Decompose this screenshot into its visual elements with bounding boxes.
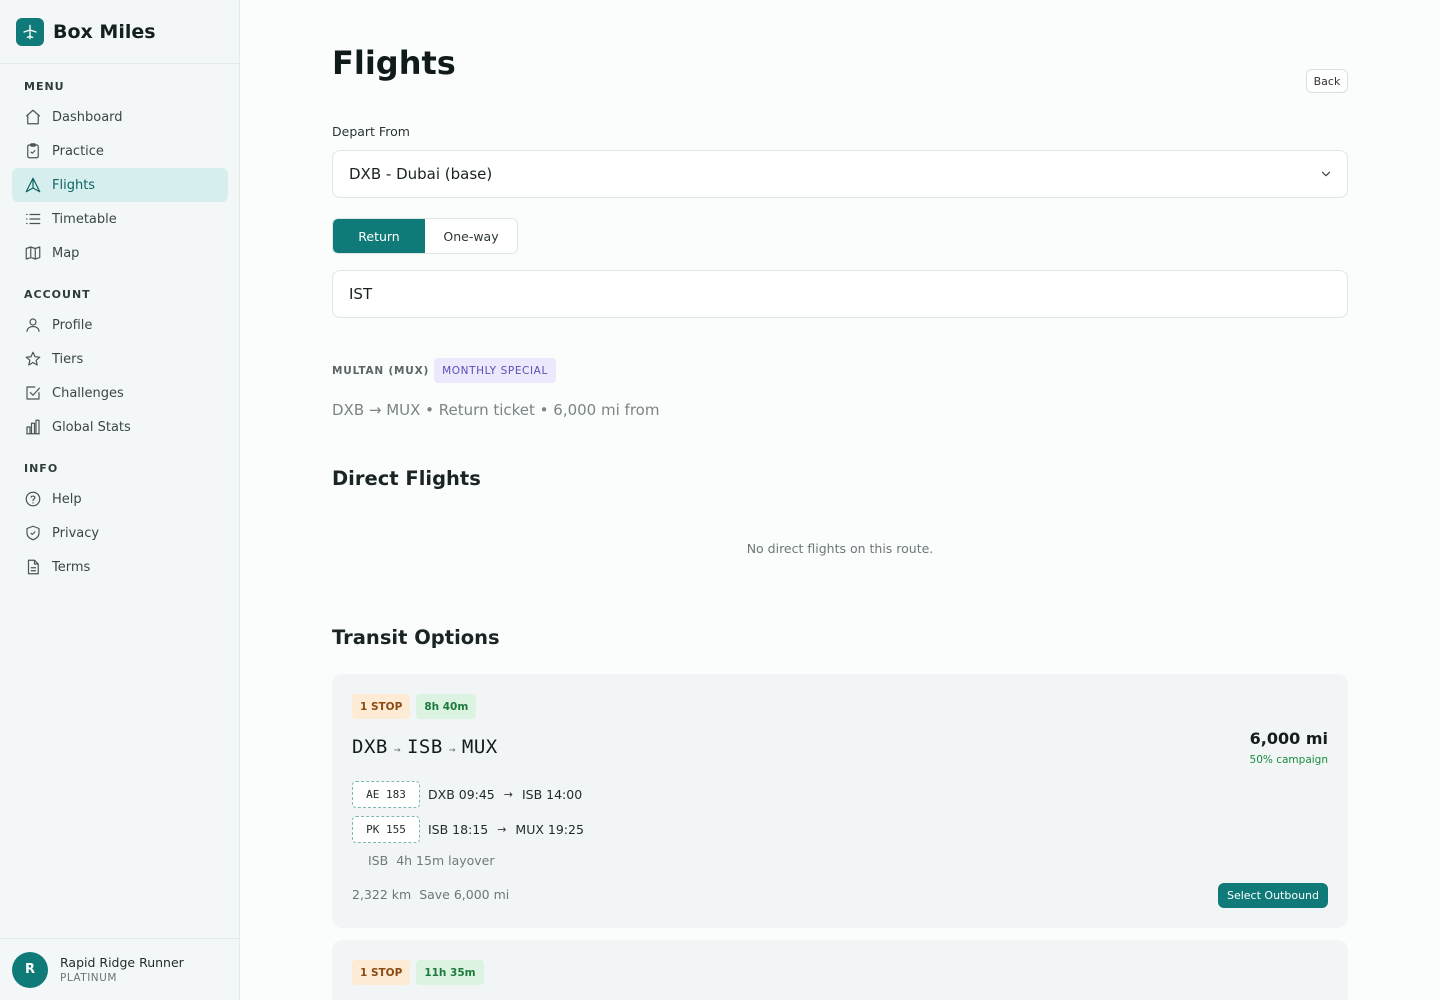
home-icon: [25, 109, 41, 125]
document-icon: [27, 559, 39, 575]
flight-number: PK 155: [352, 816, 420, 843]
arrow-right-icon: →: [503, 788, 513, 801]
leg-departure: ISB 18:15: [428, 822, 489, 837]
promo-header: MULTAN (MUX) MONTHLY SPECIAL: [332, 358, 556, 383]
arrow-right-icon: →: [448, 743, 456, 756]
stops-badge: 1 STOP: [352, 694, 411, 719]
sidebar-item-challenges[interactable]: Challenges: [12, 376, 228, 410]
sidebar-item-timetable[interactable]: Timetable: [12, 202, 228, 236]
user-tier: PLATINUM: [60, 972, 117, 984]
transit-option-card: 1 STOP 8h 40m DXB → ISB → MUX 6,000 mi 5…: [332, 674, 1348, 928]
layover-duration: 4h 15m layover: [396, 853, 495, 868]
user-icon: [26, 318, 40, 332]
flight-leg: PK 155 ISB 18:15 → MUX 19:25: [352, 816, 584, 843]
sidebar-item-label: Global Stats: [52, 419, 131, 435]
leg-departure: DXB 09:45: [428, 787, 495, 802]
avatar: R: [12, 951, 48, 988]
sidebar-item-label: Profile: [52, 317, 93, 333]
brand-name: Box Miles: [53, 20, 156, 43]
flight-leg: AE 183 DXB 09:45 → ISB 14:00: [352, 781, 582, 808]
sidebar-item-label: Challenges: [52, 385, 124, 401]
nav-heading-account: ACCOUNT: [24, 288, 91, 301]
sidebar-item-label: Privacy: [52, 525, 100, 541]
route-destination: MUX: [461, 736, 498, 758]
flight-number: AE 183: [352, 781, 420, 808]
promo-description: DXB → MUX • Return ticket • 6,000 mi fro…: [332, 401, 660, 419]
sidebar-item-dashboard[interactable]: Dashboard: [12, 100, 228, 134]
promo-badge: MONTHLY SPECIAL: [434, 358, 556, 383]
user-name: Rapid Ridge Runner: [60, 955, 184, 970]
nav-heading-info: INFO: [24, 462, 59, 475]
trip-type-return[interactable]: Return: [333, 219, 425, 253]
arrow-right-icon: →: [393, 743, 401, 756]
sidebar-item-label: Practice: [52, 143, 104, 159]
sidebar: Box Miles MENU Dashboard Practice Flight…: [0, 0, 240, 1000]
transit-options-heading: Transit Options: [332, 626, 500, 649]
trip-type-toggle: Return One-way: [332, 218, 518, 254]
sidebar-item-label: Dashboard: [52, 109, 123, 125]
transit-option-card: 1 STOP 11h 35m: [332, 940, 1348, 1000]
sidebar-item-privacy[interactable]: Privacy: [12, 516, 228, 550]
sidebar-item-label: Help: [52, 491, 82, 507]
page-title: Flights: [332, 44, 456, 82]
depart-from-label: Depart From: [332, 124, 410, 139]
clipboard-icon: [27, 143, 39, 159]
option-meta: 2,322 km Save 6,000 mi: [352, 887, 509, 902]
duration-badge: 8h 40m: [416, 694, 477, 719]
route-stop: ISB: [406, 736, 443, 758]
user-profile[interactable]: R Rapid Ridge Runner PLATINUM: [0, 938, 240, 1000]
star-icon: [25, 351, 41, 366]
sidebar-item-practice[interactable]: Practice: [12, 134, 228, 168]
depart-from-select[interactable]: DXB - Dubai (base): [332, 150, 1348, 198]
stops-badge: 1 STOP: [352, 960, 411, 985]
select-outbound-button[interactable]: Select Outbound: [1217, 883, 1328, 908]
savings: Save 6,000 mi: [419, 887, 510, 902]
sidebar-item-label: Tiers: [52, 351, 84, 367]
layover-airport: ISB: [368, 853, 389, 868]
list-icon: [26, 213, 41, 225]
sidebar-item-terms[interactable]: Terms: [12, 550, 228, 584]
sidebar-item-label: Map: [52, 245, 80, 261]
route: DXB → ISB → MUX: [352, 736, 498, 758]
duration-badge: 11h 35m: [416, 960, 484, 985]
sidebar-item-map[interactable]: Map: [12, 236, 228, 270]
sidebar-item-help[interactable]: Help: [12, 482, 228, 516]
nav-menu: MENU Dashboard Practice Flights Timetabl…: [0, 79, 240, 584]
direct-flights-heading: Direct Flights: [332, 467, 481, 490]
direct-flights-empty: No direct flights on this route.: [746, 541, 934, 556]
distance: 2,322 km: [352, 887, 412, 902]
shield-icon: [26, 525, 40, 541]
leg-arrival: ISB 14:00: [521, 787, 583, 802]
route-origin: DXB: [352, 736, 388, 758]
depart-from-value: DXB - Dubai (base): [349, 165, 493, 183]
bar-chart-icon: [26, 419, 40, 435]
arrow-right-icon: →: [497, 823, 507, 836]
trip-type-one-way[interactable]: One-way: [425, 219, 517, 253]
destination-input[interactable]: [332, 270, 1348, 318]
map-icon: [25, 246, 41, 260]
sidebar-item-flights[interactable]: Flights: [12, 168, 228, 202]
sidebar-item-profile[interactable]: Profile: [12, 308, 228, 342]
sidebar-item-global-stats[interactable]: Global Stats: [12, 410, 228, 444]
sidebar-item-label: Timetable: [52, 211, 117, 227]
chevron-down-icon: [1321, 171, 1331, 177]
sidebar-item-tiers[interactable]: Tiers: [12, 342, 228, 376]
leg-arrival: MUX 19:25: [515, 822, 584, 837]
help-circle-icon: [25, 491, 41, 507]
campaign-label: 50% campaign: [1249, 754, 1328, 766]
sidebar-item-label: Flights: [52, 177, 96, 193]
layover-info: ISB 4h 15m layover: [368, 853, 495, 868]
back-button[interactable]: Back: [1306, 69, 1348, 93]
sidebar-item-label: Terms: [52, 559, 91, 575]
airplane-logo-icon: [16, 17, 44, 46]
checkbox-icon: [26, 386, 41, 400]
price: 6,000 mi: [1249, 729, 1328, 748]
plane-icon: [25, 177, 41, 193]
brand[interactable]: Box Miles: [0, 0, 239, 64]
promo-city: MULTAN (MUX): [332, 364, 430, 377]
nav-heading-menu: MENU: [24, 80, 65, 93]
